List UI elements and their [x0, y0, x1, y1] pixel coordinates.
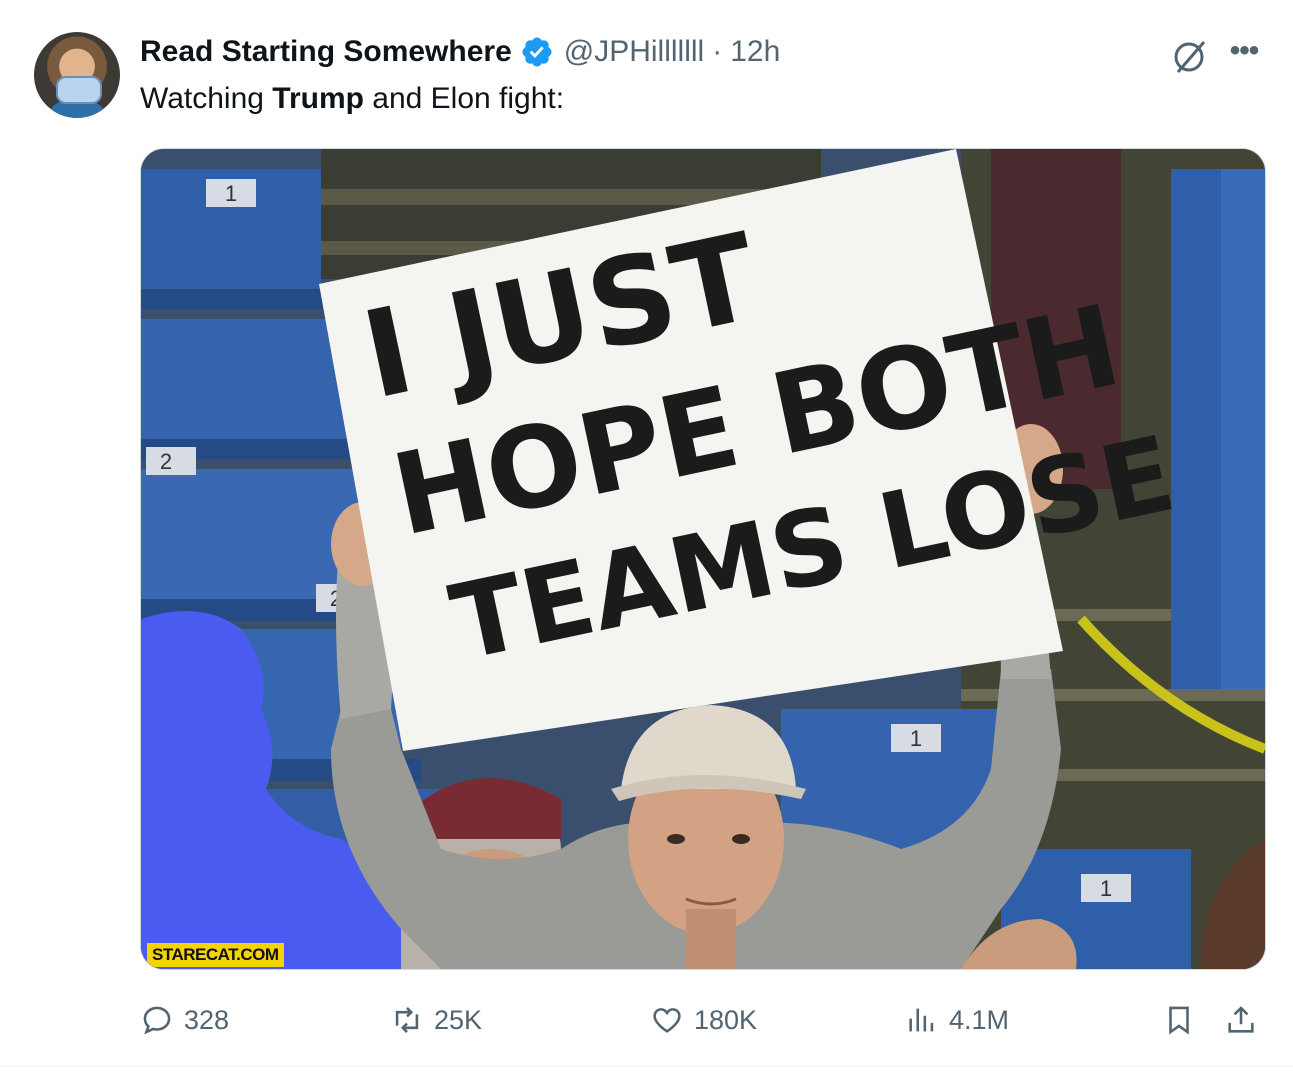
views-count: 4.1M [949, 1004, 1010, 1035]
verified-badge-icon[interactable] [520, 35, 554, 69]
tweet-text-start: Watching [140, 82, 273, 115]
tweet-text-end: and Elon fight: [363, 82, 565, 115]
share-icon [1228, 1006, 1254, 1033]
reply-count: 328 [184, 1004, 230, 1035]
grok-icon[interactable] [1170, 36, 1210, 76]
views-icon [909, 1008, 934, 1032]
repost-icon [395, 1007, 419, 1033]
more-icon[interactable]: ••• [1224, 36, 1264, 72]
separator-dot: · [712, 35, 723, 68]
author-handle[interactable]: @JPHilllllll [564, 35, 704, 69]
views-button[interactable]: 4.1M [905, 1000, 1009, 1040]
bookmark-icon [1169, 1006, 1189, 1035]
seat-number-label: 2 [160, 449, 172, 474]
seat-number-label: 1 [910, 726, 922, 751]
avatar-mask [56, 76, 102, 104]
meme-photo: 1 2 2 1 1 I JUST HOPE BOTH TEAMS LOSE [141, 149, 1265, 969]
repost-button[interactable]: 25K [390, 1000, 482, 1040]
divider [0, 1066, 1293, 1067]
repost-count: 25K [434, 1004, 483, 1035]
tweet-header: Read Starting Somewhere @JPHilllllll · 1… [140, 34, 780, 70]
seat-number-label: 1 [1100, 876, 1112, 901]
tweet-time[interactable]: 12h [730, 35, 780, 69]
tweet-text-bold: Trump [272, 82, 364, 115]
like-button[interactable]: 180K [650, 1000, 757, 1040]
like-icon [653, 1008, 681, 1033]
tweet-text: Watching Trump and Elon fight: [140, 82, 564, 116]
like-count: 180K [694, 1004, 758, 1035]
share-button[interactable] [1224, 1000, 1268, 1040]
reply-button[interactable]: 328 [140, 1000, 229, 1040]
seat-number-label: 1 [225, 181, 237, 206]
watermark: STARECAT.COM [147, 943, 284, 967]
avatar[interactable] [34, 32, 120, 118]
tweet[interactable]: Read Starting Somewhere @JPHilllllll · 1… [0, 0, 1293, 1068]
tweet-media[interactable]: 1 2 2 1 1 I JUST HOPE BOTH TEAMS LOSE ST… [140, 148, 1266, 970]
author-name[interactable]: Read Starting Somewhere [140, 35, 512, 69]
action-bar: 328 25K 180K 4.1M [140, 1000, 1266, 1040]
reply-icon [143, 1006, 171, 1035]
bookmark-button[interactable] [1162, 1000, 1206, 1040]
